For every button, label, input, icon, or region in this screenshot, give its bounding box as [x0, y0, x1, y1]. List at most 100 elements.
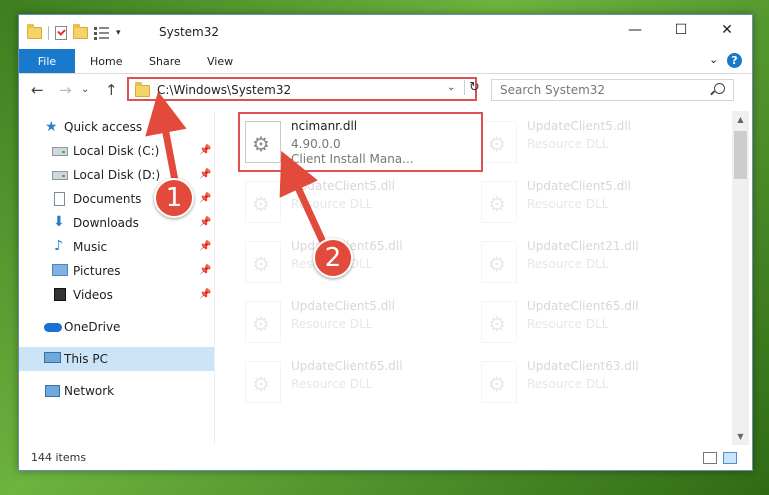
new-folder-icon[interactable] — [73, 24, 88, 39]
sidebar-item-label: Downloads — [73, 216, 139, 230]
file-description: Resource DLL — [527, 317, 609, 331]
search-icon[interactable] — [714, 83, 725, 94]
search-box[interactable] — [491, 79, 734, 101]
sidebar-item-quick-access[interactable]: ★ Quick access — [19, 115, 214, 139]
file-description: Resource DLL — [291, 197, 373, 211]
recent-locations-button[interactable]: ⌄ — [81, 84, 89, 95]
step-badge-2: 2 — [313, 238, 353, 278]
forward-button[interactable]: → — [59, 81, 72, 99]
file-description: Resource DLL — [527, 197, 609, 211]
pin-icon: 📌 — [199, 217, 212, 228]
sidebar-item-local-disk-c[interactable]: Local Disk (C:) 📌 — [19, 139, 214, 163]
refresh-icon[interactable]: ↻ — [464, 80, 480, 95]
sidebar-item-onedrive[interactable]: OneDrive — [19, 315, 214, 339]
file-name: UpdateClient65.dll — [291, 359, 403, 373]
file-item[interactable]: UpdateClient5.dll Resource DLL — [241, 295, 461, 349]
address-folder-icon — [135, 82, 150, 97]
vertical-scrollbar[interactable]: ▲ ▼ — [732, 111, 749, 445]
file-highlight-box — [238, 112, 483, 172]
ribbon-tabs: File Home Share View ⌄ ? — [19, 49, 752, 74]
sidebar-item-this-pc[interactable]: This PC — [19, 347, 214, 371]
pictures-icon — [52, 264, 68, 276]
dll-file-icon — [481, 361, 517, 403]
downloads-icon: ⬇ — [53, 214, 65, 230]
file-item[interactable]: UpdateClient65.dll Resource DLL — [477, 295, 697, 349]
tab-home[interactable]: Home — [90, 49, 122, 73]
search-input[interactable] — [500, 83, 700, 97]
file-description: Resource DLL — [527, 377, 609, 391]
title-bar: ▾ System32 — ☐ ✕ — [19, 15, 752, 49]
pin-icon: 📌 — [199, 241, 212, 252]
sidebar-item-videos[interactable]: Videos 📌 — [19, 283, 214, 307]
tab-share[interactable]: Share — [149, 49, 181, 73]
file-item[interactable]: UpdateClient5.dll Resource DLL — [477, 175, 697, 229]
file-description: Resource DLL — [291, 317, 373, 331]
file-item[interactable]: UpdateClient63.dll Resource DLL — [477, 355, 697, 409]
sidebar-item-label: Videos — [73, 288, 113, 302]
tab-file[interactable]: File — [19, 49, 75, 73]
sidebar-item-network[interactable]: Network — [19, 379, 214, 403]
properties-check-icon[interactable] — [55, 26, 67, 40]
file-name: UpdateClient21.dll — [527, 239, 639, 253]
file-description: Resource DLL — [527, 137, 609, 151]
pin-icon: 📌 — [199, 265, 212, 276]
this-pc-icon — [44, 352, 61, 363]
dll-file-icon — [245, 361, 281, 403]
help-icon[interactable]: ? — [727, 53, 742, 68]
quick-access-dropdown-icon[interactable]: ▾ — [116, 28, 121, 38]
videos-icon — [54, 288, 66, 301]
file-item[interactable]: UpdateClient21.dll Resource DLL — [477, 235, 697, 289]
quick-access-toolbar: ▾ — [27, 24, 121, 42]
dll-file-icon — [245, 241, 281, 283]
explorer-window: ▾ System32 — ☐ ✕ File Home Share View ⌄ … — [18, 14, 753, 471]
dll-file-icon — [245, 301, 281, 343]
customize-icon[interactable] — [94, 26, 110, 40]
file-item[interactable]: UpdateClient65.dll Resource DLL — [241, 355, 461, 409]
scroll-up-button[interactable]: ▲ — [732, 111, 749, 128]
documents-icon — [54, 192, 65, 206]
up-button[interactable]: ↑ — [105, 81, 118, 99]
address-dropdown-icon[interactable]: ⌄ — [447, 82, 455, 93]
sidebar-item-label: Quick access — [64, 120, 143, 134]
sidebar-item-label: Network — [64, 384, 115, 398]
star-icon: ★ — [45, 119, 58, 135]
minimize-button[interactable]: — — [612, 15, 658, 45]
large-icons-view-icon[interactable] — [723, 452, 737, 464]
status-bar: 144 items — [19, 447, 752, 469]
navigation-bar: ← → ⌄ ↑ C:\Windows\System32 ⌄ ↻ — [19, 75, 752, 105]
dll-file-icon — [481, 121, 517, 163]
details-view-icon[interactable] — [703, 452, 717, 464]
disk-icon — [52, 171, 68, 180]
dll-file-icon — [481, 241, 517, 283]
navigation-pane: ★ Quick access Local Disk (C:) 📌 Local D… — [19, 111, 215, 445]
file-description: Resource DLL — [527, 257, 609, 271]
scroll-down-button[interactable]: ▼ — [732, 428, 749, 445]
sidebar-item-music[interactable]: ♪ Music 📌 — [19, 235, 214, 259]
file-name: UpdateClient5.dll — [291, 299, 395, 313]
close-button[interactable]: ✕ — [704, 15, 750, 45]
dll-file-icon — [245, 181, 281, 223]
sidebar-item-pictures[interactable]: Pictures 📌 — [19, 259, 214, 283]
file-name: UpdateClient5.dll — [291, 179, 395, 193]
sidebar-item-label: Documents — [73, 192, 142, 206]
back-button[interactable]: ← — [31, 81, 44, 99]
ribbon-collapse-icon[interactable]: ⌄ — [709, 53, 718, 66]
toolbar-separator — [48, 26, 49, 40]
step-badge-1: 1 — [154, 178, 194, 218]
sidebar-item-label: Music — [73, 240, 108, 254]
address-bar[interactable]: C:\Windows\System32 ⌄ ↻ — [127, 77, 480, 101]
disk-icon — [52, 147, 68, 156]
scroll-thumb[interactable] — [734, 131, 747, 179]
folder-icon[interactable] — [27, 24, 42, 39]
network-icon — [45, 385, 60, 397]
maximize-button[interactable]: ☐ — [658, 15, 704, 45]
file-item[interactable]: UpdateClient5.dll Resource DLL — [241, 175, 461, 229]
dll-file-icon — [481, 181, 517, 223]
file-item[interactable]: UpdateClient5.dll Resource DLL — [477, 115, 697, 169]
sidebar-item-label: Local Disk (C:) — [73, 144, 160, 158]
pin-icon: 📌 — [199, 145, 212, 156]
tab-view[interactable]: View — [207, 49, 233, 73]
sidebar-item-label: OneDrive — [64, 320, 121, 334]
sidebar-item-label: Local Disk (D:) — [73, 168, 161, 182]
address-path[interactable]: C:\Windows\System32 — [157, 83, 291, 97]
